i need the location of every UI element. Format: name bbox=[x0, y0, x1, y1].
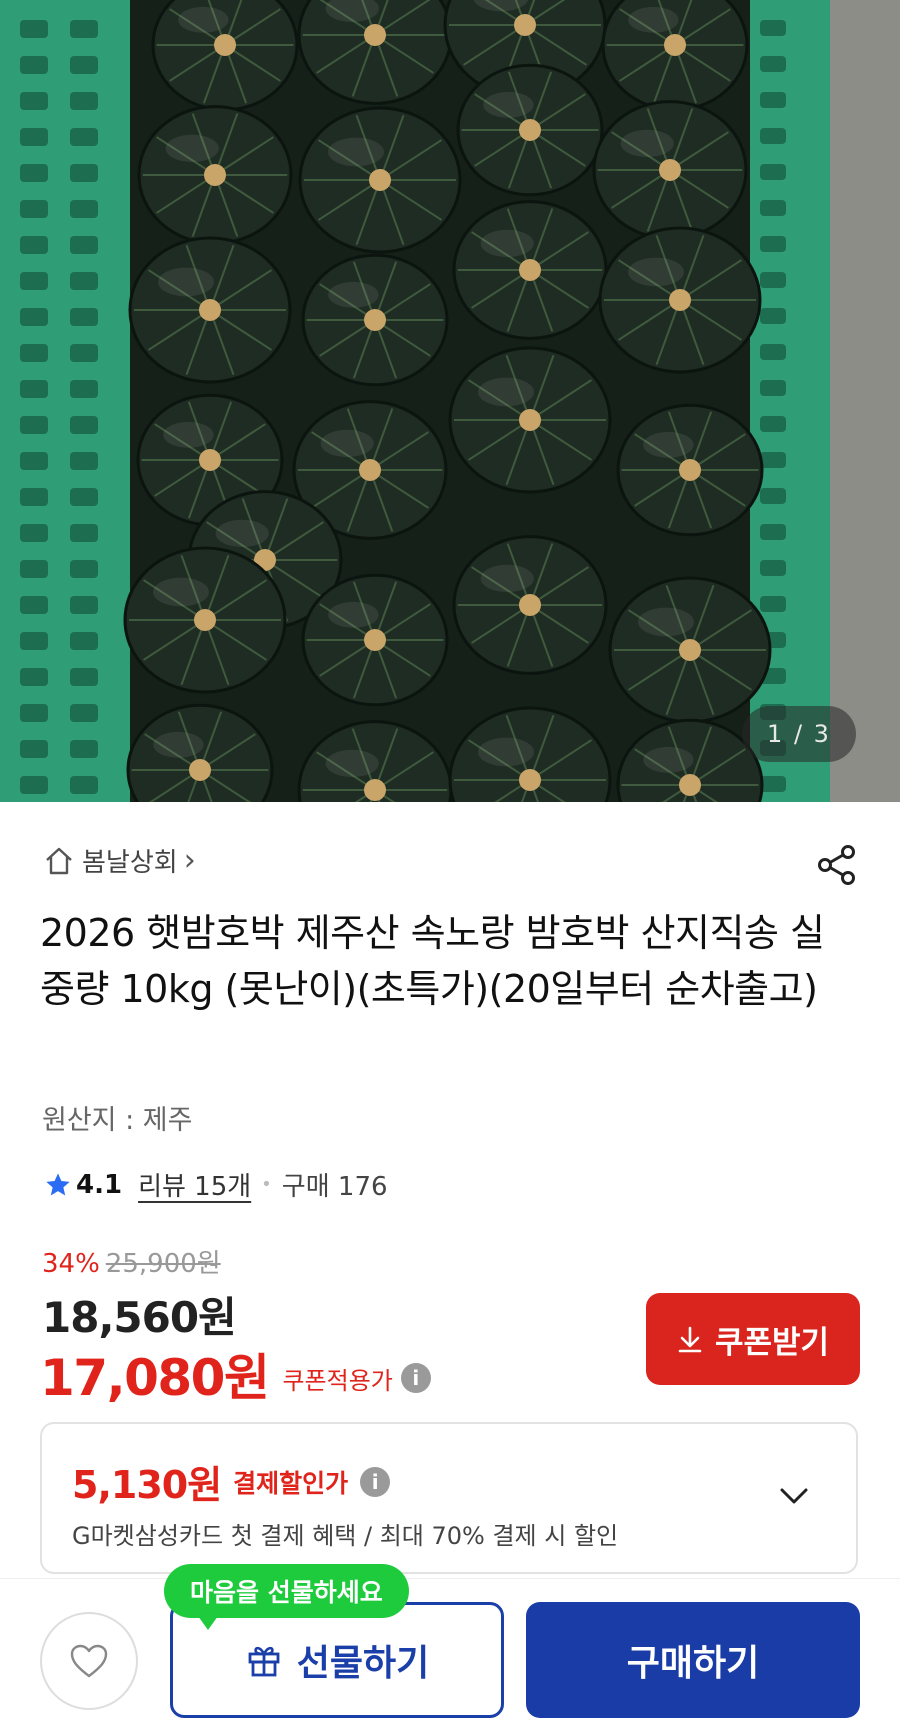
gift-button-label: 선물하기 bbox=[296, 1642, 430, 1683]
discount-percent: 34% bbox=[42, 1249, 100, 1279]
separator-dot: • bbox=[261, 1174, 272, 1195]
get-coupon-button[interactable]: 쿠폰받기 bbox=[646, 1293, 860, 1385]
buy-button[interactable]: 구매하기 bbox=[526, 1602, 860, 1718]
pumpkin bbox=[608, 576, 772, 724]
pumpkin-crate-photo bbox=[0, 0, 900, 802]
discount-row: 34% 25,900원 bbox=[42, 1243, 221, 1280]
download-icon bbox=[678, 1326, 702, 1353]
info-icon[interactable]: i bbox=[400, 1363, 431, 1393]
pumpkin bbox=[448, 346, 612, 494]
product-origin: 원산지 : 제주 bbox=[42, 1105, 193, 1136]
pumpkin bbox=[298, 106, 462, 254]
rating-row: 4.1 리뷰 15개 • 구매 176 bbox=[44, 1166, 388, 1203]
pumpkin bbox=[598, 226, 762, 374]
pumpkin bbox=[123, 546, 287, 694]
coupon-price: 17,080원 bbox=[40, 1349, 270, 1407]
pumpkin bbox=[452, 535, 608, 675]
tooltip-tail bbox=[198, 1616, 218, 1630]
star-icon bbox=[46, 1172, 70, 1195]
payment-discount-amount: 5,130원 bbox=[72, 1463, 222, 1507]
store-name: 봄날상회 bbox=[82, 848, 178, 878]
payment-discount-description: G마켓삼성카드 첫 결제 혜택 / 최대 70% 결제 시 할인 bbox=[72, 1522, 619, 1550]
pumpkin bbox=[452, 200, 608, 340]
pumpkin bbox=[592, 100, 748, 240]
info-icon[interactable]: i bbox=[360, 1466, 391, 1497]
chevron-down-icon[interactable] bbox=[774, 1476, 814, 1516]
payment-discount-label: 결제할인가 bbox=[233, 1468, 349, 1498]
share-icon bbox=[818, 845, 855, 885]
heart-icon bbox=[70, 1644, 108, 1678]
product-title: 2026 햇밤호박 제주산 속노랑 밤호박 산지직송 실중량 10kg (못난이… bbox=[40, 911, 825, 1011]
coupon-price-row: 17,080원 쿠폰적용가 i bbox=[40, 1338, 431, 1410]
get-coupon-label: 쿠폰받기 bbox=[714, 1324, 830, 1360]
payment-discount-panel[interactable]: 5,130원 결제할인가 i G마켓삼성카드 첫 결제 혜택 / 최대 70% … bbox=[40, 1422, 858, 1574]
gift-icon bbox=[248, 1646, 280, 1677]
original-price: 25,900원 bbox=[105, 1249, 221, 1279]
product-image[interactable]: 1 / 3 bbox=[0, 0, 900, 802]
pumpkin bbox=[137, 105, 293, 245]
chevron-right-icon: › bbox=[183, 843, 196, 878]
review-link[interactable]: 리뷰 15개 bbox=[138, 1166, 251, 1203]
rating-score: 4.1 bbox=[76, 1169, 123, 1200]
pumpkin bbox=[616, 403, 764, 537]
wishlist-button[interactable] bbox=[40, 1612, 138, 1710]
store-link[interactable]: 봄날상회 › bbox=[42, 842, 196, 879]
share-button[interactable] bbox=[812, 840, 862, 890]
home-icon bbox=[46, 847, 72, 874]
pumpkin bbox=[456, 63, 604, 197]
gift-tooltip: 마음을 선물하세요 bbox=[164, 1564, 409, 1630]
coupon-price-note: 쿠폰적용가 i bbox=[282, 1361, 431, 1396]
purchase-count: 구매 176 bbox=[281, 1172, 388, 1202]
pumpkin bbox=[301, 253, 449, 387]
buy-button-label: 구매하기 bbox=[626, 1642, 760, 1683]
gift-button[interactable]: 선물하기 bbox=[170, 1602, 504, 1718]
pumpkin bbox=[128, 236, 292, 384]
gift-tooltip-text: 마음을 선물하세요 bbox=[190, 1578, 383, 1607]
coupon-price-label: 쿠폰적용가 bbox=[282, 1366, 393, 1395]
sale-price: 18,560원 bbox=[42, 1293, 237, 1342]
pumpkin bbox=[301, 573, 449, 707]
image-counter: 1 / 3 bbox=[742, 706, 856, 762]
